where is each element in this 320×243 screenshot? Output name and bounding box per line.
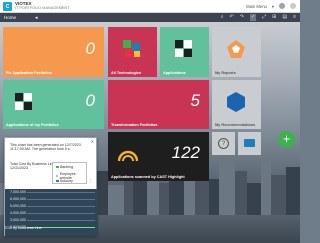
tile-fix-application-portfolios[interactable]: 0 Fix Application Portfolios <box>3 27 104 77</box>
legend-swatch <box>56 174 59 178</box>
chevron-left-icon[interactable]: ◂ <box>35 14 38 22</box>
tile-label: Fix Application Portfolios <box>6 71 52 75</box>
expand-icon[interactable]: ⤢ <box>262 14 266 21</box>
tile-value: 0 <box>85 39 95 58</box>
tile-label: Applications <box>163 71 186 75</box>
y-axis-tick: 4,000,000 <box>10 211 26 215</box>
y-axis-tick: 3,000,000 <box>10 218 26 222</box>
pentagon-chart-icon <box>227 40 245 58</box>
hexagon-icon <box>227 92 245 112</box>
tile-transformation-portfolios[interactable]: 5 Transformation Portfolios <box>108 80 209 129</box>
chat-icon <box>244 139 255 147</box>
tile-label: My Recommendations <box>215 123 256 127</box>
chart-info-popover: ✕ This chart has been generated on 12/7/… <box>4 137 98 236</box>
check-icon[interactable]: ✓ <box>249 14 257 21</box>
y-axis-tick: 5,000,000 <box>10 204 26 208</box>
cast-logo-icon <box>118 150 138 162</box>
tile-label: Transformation Portfolios <box>111 123 158 127</box>
tile-applications-of-my-portfolios[interactable]: 0 Applications of my Portfolios <box>3 80 104 129</box>
question-icon: ? <box>218 138 229 149</box>
tile-messages[interactable] <box>238 132 261 155</box>
undo-icon[interactable]: ↶ <box>230 14 234 21</box>
chart-generation-info: This chart has been generated on 12/7/20… <box>10 143 81 152</box>
tile-value: 5 <box>190 91 200 110</box>
tile-value: 122 <box>171 143 200 162</box>
legend-swatch <box>56 165 59 169</box>
add-tile-button[interactable]: + <box>278 131 295 148</box>
toolbar-tools: ⌕ ↶ ↷ ✓ ⤢ ⊞ ▤ ≡ <box>221 14 296 21</box>
chart-tile-title: TCO by Business Line <box>4 226 42 230</box>
puzzle-icon <box>175 40 192 57</box>
app-logo[interactable]: C <box>3 2 12 11</box>
legend-item[interactable]: Banking <box>56 165 73 169</box>
tile-label: My Reports <box>215 71 236 75</box>
panel-icon[interactable]: ▤ <box>282 14 287 21</box>
chart-legend: Banking Employee website Industry <box>52 162 87 184</box>
user-icon[interactable] <box>279 3 285 9</box>
technologies-icon <box>123 40 140 57</box>
legend-label: Industry <box>60 179 73 183</box>
app-subtitle: IT PORTFOLIO MANAGEMENT <box>15 6 70 10</box>
tile-label: Applications scanned by CAST Highlight <box>111 175 185 179</box>
redo-icon[interactable]: ↷ <box>240 14 244 21</box>
page-toolbar: Home ◂ ⌕ ↶ ↷ ✓ ⤢ ⊞ ▤ ≡ <box>0 13 300 22</box>
tile-value: 0 <box>85 91 95 110</box>
tile-my-recommendations[interactable]: My Recommendations <box>212 80 261 129</box>
app-title: VIOTEX IT PORTFOLIO MANAGEMENT <box>15 1 70 11</box>
tile-applications-scanned-cast[interactable]: 122 Applications scanned by CAST Highlig… <box>108 132 209 181</box>
y-axis-tick: 6,000,000 <box>10 197 26 201</box>
home-breadcrumb[interactable]: Home <box>4 14 16 21</box>
y-axis-tick: 7,000,000 <box>10 190 26 194</box>
tile-help[interactable]: ? <box>212 132 235 155</box>
main-menu-button[interactable]: Main Menu <box>246 4 267 9</box>
tile-label: Applications of my Portfolios <box>6 123 59 127</box>
puzzle-icon <box>15 93 32 110</box>
legend-swatch <box>56 179 59 183</box>
grid-icon[interactable]: ⊞ <box>272 14 276 21</box>
legend-item[interactable]: Industry <box>56 179 73 183</box>
search-tool-icon[interactable]: ⌕ <box>221 14 224 21</box>
legend-label: Banking <box>60 165 73 169</box>
more-icon[interactable]: ⋮ <box>88 178 92 183</box>
help-icon[interactable] <box>290 3 296 9</box>
tile-label: All Technologies <box>111 71 142 75</box>
main-menu-chevron-icon[interactable]: ▾ <box>272 4 274 9</box>
tile-all-technologies[interactable]: All Technologies <box>108 27 157 77</box>
top-bar: C VIOTEX IT PORTFOLIO MANAGEMENT Main Me… <box>0 0 300 13</box>
tile-my-reports[interactable]: My Reports <box>212 27 261 77</box>
tile-applications[interactable]: Applications <box>160 27 209 77</box>
menu-icon[interactable]: ≡ <box>293 14 296 21</box>
